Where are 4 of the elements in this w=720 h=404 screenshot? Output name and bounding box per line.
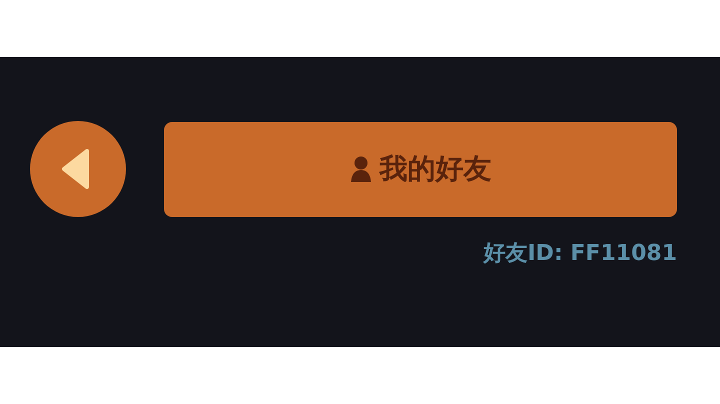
friend-id-text: 好友ID: FF11081: [484, 240, 677, 268]
person-icon: [350, 156, 372, 182]
friends-button[interactable]: 我的好友: [164, 122, 677, 216]
triangle-left-icon: [61, 148, 89, 190]
